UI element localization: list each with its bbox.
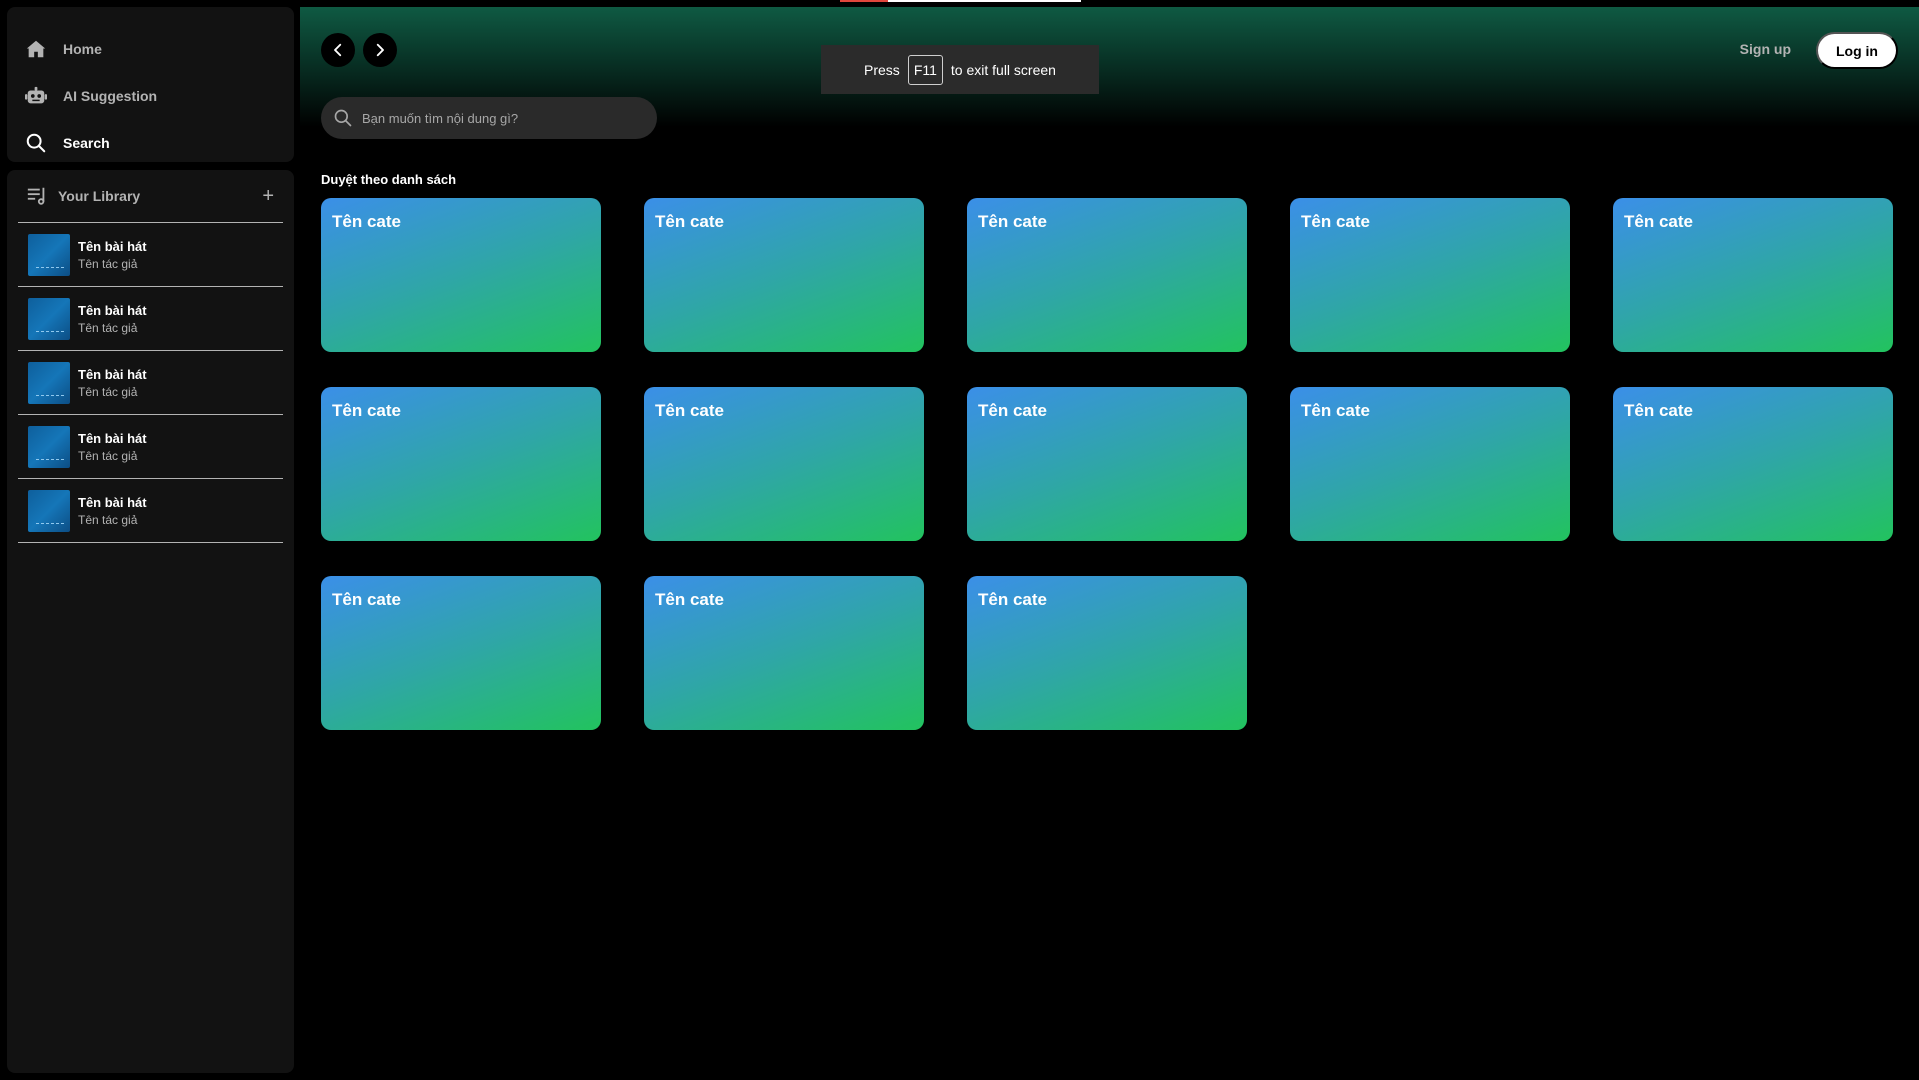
category-card[interactable]: Tên cate: [321, 387, 601, 541]
category-label: Tên cate: [655, 401, 724, 420]
chevron-right-icon: [376, 43, 384, 57]
library-item-text: Tên bài hát Tên tác giả: [78, 495, 147, 527]
search-bar[interactable]: [321, 97, 657, 139]
sidebar-item-search[interactable]: Search: [25, 119, 276, 166]
library-title-button[interactable]: Your Library: [26, 185, 140, 207]
song-thumbnail: [28, 233, 70, 276]
category-label: Tên cate: [655, 212, 724, 231]
app-root: Home AI Suggestion Search Your Library +…: [0, 0, 1919, 1080]
fullscreen-toast: Press F11 to exit full screen: [821, 45, 1099, 94]
library-title: Your Library: [58, 188, 141, 204]
song-title: Tên bài hát: [78, 430, 147, 446]
category-card[interactable]: Tên cate: [967, 387, 1247, 541]
category-card[interactable]: Tên cate: [1613, 387, 1893, 541]
category-card[interactable]: Tên cate: [967, 198, 1247, 352]
library-item-text: Tên bài hát Tên tác giả: [78, 303, 147, 335]
library-item-text: Tên bài hát Tên tác giả: [78, 367, 147, 399]
category-label: Tên cate: [978, 590, 1047, 609]
sidebar-item-ai-suggestion[interactable]: AI Suggestion: [25, 72, 276, 119]
category-card[interactable]: Tên cate: [644, 576, 924, 730]
sidebar-item-label: Search: [63, 134, 110, 151]
sidebar-item-label: AI Suggestion: [63, 87, 158, 104]
sidebar-item-home[interactable]: Home: [25, 25, 276, 72]
song-title: Tên bài hát: [78, 238, 147, 254]
library-item-text: Tên bài hát Tên tác giả: [78, 431, 147, 463]
song-title: Tên bài hát: [78, 302, 147, 318]
home-icon: [26, 40, 46, 57]
category-label: Tên cate: [1301, 401, 1370, 420]
library-item[interactable]: Tên bài hát Tên tác giả: [18, 479, 283, 543]
song-thumbnail: [28, 489, 70, 532]
category-label: Tên cate: [978, 401, 1047, 420]
library-item-text: Tên bài hát Tên tác giả: [78, 239, 147, 271]
category-label: Tên cate: [332, 590, 401, 609]
category-card[interactable]: Tên cate: [1290, 387, 1570, 541]
chevron-left-icon: [334, 43, 342, 57]
login-button[interactable]: Log in: [1816, 32, 1898, 69]
library-item[interactable]: Tên bài hát Tên tác giả: [18, 351, 283, 415]
category-grid: Tên cate Tên cate Tên cate Tên cate Tên …: [321, 198, 1893, 730]
song-artist: Tên tác giả: [78, 320, 138, 335]
sidebar-item-label: Home: [63, 40, 102, 57]
category-card[interactable]: Tên cate: [644, 387, 924, 541]
library-item[interactable]: Tên bài hát Tên tác giả: [18, 415, 283, 479]
library-panel: Your Library + Tên bài hát Tên tác giả T…: [7, 170, 294, 1073]
category-label: Tên cate: [978, 212, 1047, 231]
toast-key: F11: [907, 54, 943, 85]
forward-button[interactable]: [363, 33, 397, 67]
category-card[interactable]: Tên cate: [967, 576, 1247, 730]
search-icon: [26, 133, 46, 152]
song-title: Tên bài hát: [78, 366, 147, 382]
song-thumbnail: [28, 297, 70, 340]
toast-prefix: Press: [864, 61, 900, 78]
fullscreen-indicator-strip: [840, 0, 1081, 2]
song-thumbnail: [28, 361, 70, 404]
toast-suffix: to exit full screen: [950, 61, 1056, 78]
back-button[interactable]: [321, 33, 355, 67]
library-icon: [27, 187, 45, 205]
search-icon: [334, 109, 352, 127]
song-thumbnail: [28, 425, 70, 468]
category-label: Tên cate: [332, 401, 401, 420]
category-label: Tên cate: [1624, 401, 1693, 420]
song-artist: Tên tác giả: [78, 256, 138, 271]
add-playlist-button[interactable]: +: [262, 185, 274, 208]
browse-section-title: Duyệt theo danh sách: [321, 172, 457, 187]
main-content: Sign up Log in Duyệt theo danh sách Tên …: [300, 7, 1919, 1080]
signup-button[interactable]: Sign up: [1740, 41, 1791, 57]
category-card[interactable]: Tên cate: [644, 198, 924, 352]
library-item[interactable]: Tên bài hát Tên tác giả: [18, 223, 283, 287]
sidebar-nav: Home AI Suggestion Search: [7, 7, 294, 162]
category-label: Tên cate: [655, 590, 724, 609]
song-artist: Tên tác giả: [78, 512, 138, 527]
category-label: Tên cate: [1301, 212, 1370, 231]
library-header: Your Library +: [18, 170, 283, 223]
song-artist: Tên tác giả: [78, 384, 138, 399]
robot-icon: [25, 86, 47, 103]
song-title: Tên bài hát: [78, 494, 147, 510]
song-artist: Tên tác giả: [78, 448, 138, 463]
category-card[interactable]: Tên cate: [1613, 198, 1893, 352]
library-list: Tên bài hát Tên tác giả Tên bài hát Tên …: [18, 223, 283, 543]
category-card[interactable]: Tên cate: [321, 198, 601, 352]
category-label: Tên cate: [1624, 212, 1693, 231]
category-card[interactable]: Tên cate: [321, 576, 601, 730]
search-input[interactable]: [362, 110, 632, 126]
library-item[interactable]: Tên bài hát Tên tác giả: [18, 287, 283, 351]
category-label: Tên cate: [332, 212, 401, 231]
category-card[interactable]: Tên cate: [1290, 198, 1570, 352]
